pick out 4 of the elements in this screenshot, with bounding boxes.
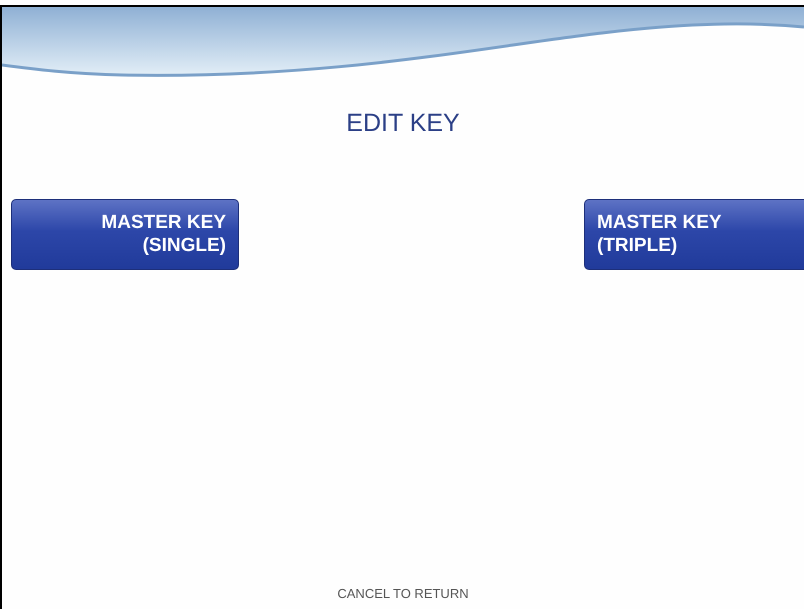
screen-title: EDIT KEY: [345, 108, 461, 139]
menu-button[interactable]: MASTER KEY (TRIPLE): [584, 198, 804, 270]
menu-button[interactable]: MASTER KEY (SINGLE): [11, 198, 239, 270]
cancel-hint: CANCEL TO RETURN: [336, 584, 470, 602]
